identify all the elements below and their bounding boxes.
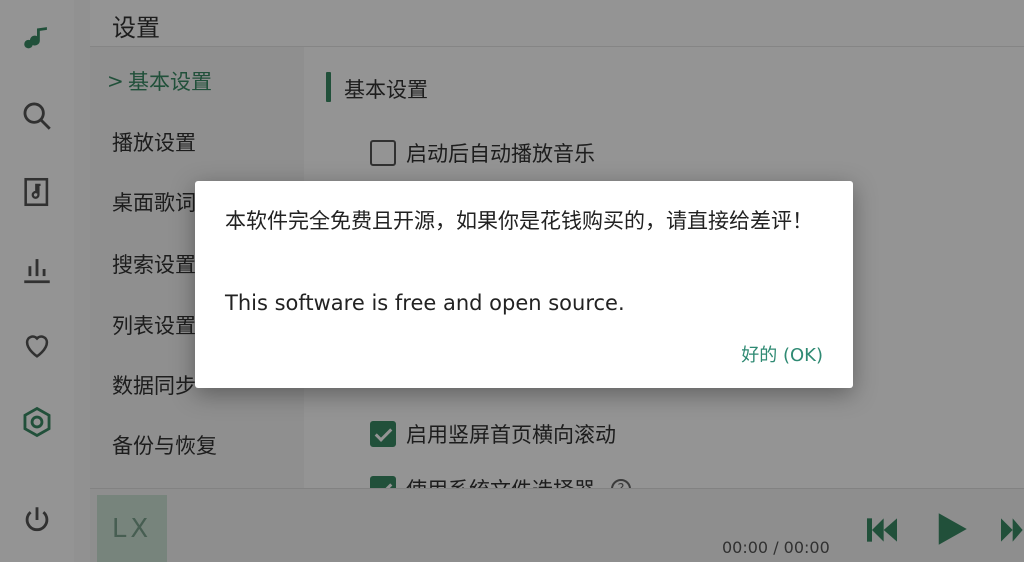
- dialog-message-cn: 本软件完全免费且开源，如果你是花钱购买的，请直接给差评！: [225, 209, 813, 233]
- ok-button[interactable]: 好的 (OK): [741, 341, 823, 367]
- notice-dialog: 本软件完全免费且开源，如果你是花钱购买的，请直接给差评！ This softwa…: [195, 181, 853, 388]
- dialog-message-en: This software is free and open source.: [225, 291, 625, 315]
